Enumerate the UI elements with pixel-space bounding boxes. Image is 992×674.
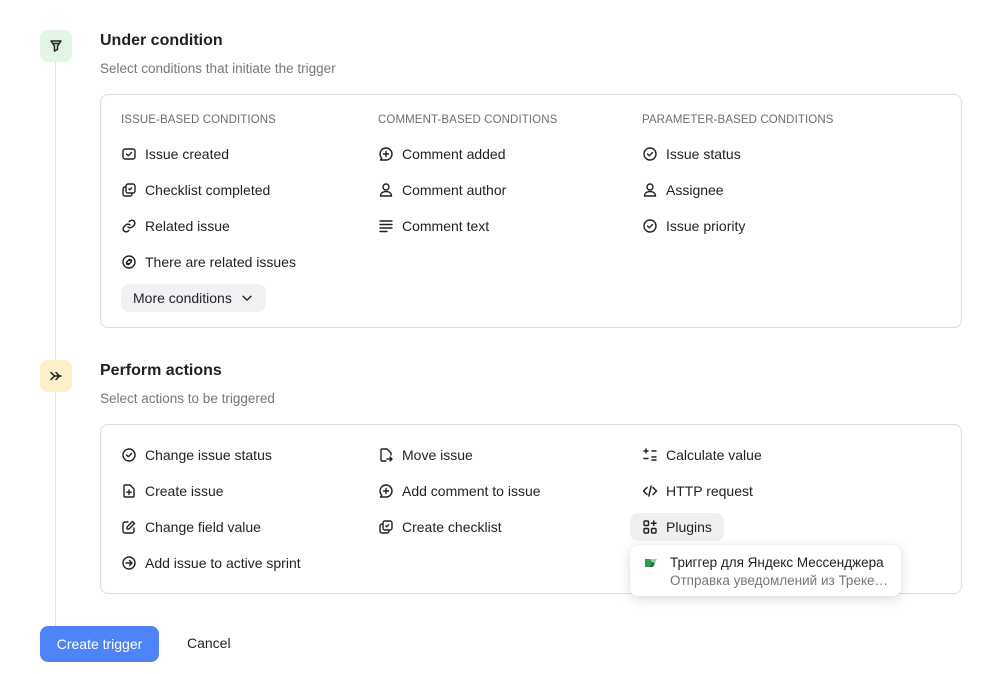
- action-plugins[interactable]: Plugins: [630, 509, 762, 545]
- column-header: COMMENT-BASED CONDITIONS: [378, 114, 558, 126]
- actions-column-2: Move issue Add comment to issue Create c…: [378, 437, 541, 545]
- plugin-description: Отправка уведомлений из Трекера в Яндекс…: [670, 573, 895, 588]
- item-label: Assignee: [666, 182, 724, 198]
- cancel-button[interactable]: Cancel: [187, 635, 231, 651]
- item-label: Add issue to active sprint: [145, 555, 301, 571]
- item-label: Plugins: [666, 519, 712, 535]
- item-label: Create checklist: [402, 519, 502, 535]
- column-header: PARAMETER-BASED CONDITIONS: [642, 114, 834, 126]
- actions-title: Perform actions: [100, 362, 222, 379]
- more-conditions-label: More conditions: [133, 290, 232, 306]
- comment-plus-icon: [378, 483, 394, 499]
- action-create-checklist[interactable]: Create checklist: [378, 509, 541, 545]
- issue-conditions-column: ISSUE-BASED CONDITIONS Issue created Che…: [121, 112, 296, 280]
- action-create-issue[interactable]: Create issue: [121, 473, 301, 509]
- timeline-line: [55, 60, 56, 630]
- filter-icon: [40, 30, 72, 62]
- check-circle-icon: [121, 447, 137, 463]
- conditions-subtitle: Select conditions that initiate the trig…: [100, 61, 336, 76]
- action-http-request[interactable]: HTTP request: [642, 473, 762, 509]
- related-issues-icon: [121, 254, 137, 270]
- condition-assignee[interactable]: Assignee: [642, 172, 834, 208]
- file-plus-icon: [121, 483, 137, 499]
- item-label: HTTP request: [666, 483, 753, 499]
- edit-icon: [121, 519, 137, 535]
- link-icon: [121, 218, 137, 234]
- item-label: Create issue: [145, 483, 224, 499]
- chevron-down-icon: [242, 295, 252, 301]
- more-conditions-button[interactable]: More conditions: [121, 284, 266, 312]
- condition-comment-added[interactable]: Comment added: [378, 136, 557, 172]
- item-label: Move issue: [402, 447, 473, 463]
- item-label: Add comment to issue: [402, 483, 541, 499]
- check-circle-icon: [642, 218, 658, 234]
- condition-comment-text[interactable]: Comment text: [378, 208, 557, 244]
- action-change-field-value[interactable]: Change field value: [121, 509, 301, 545]
- condition-there-are-related-issues[interactable]: There are related issues: [121, 244, 296, 280]
- item-label: Change field value: [145, 519, 261, 535]
- condition-issue-status[interactable]: Issue status: [642, 136, 834, 172]
- item-label: There are related issues: [145, 254, 296, 270]
- move-file-icon: [378, 447, 394, 463]
- issue-created-icon: [121, 146, 137, 162]
- action-change-issue-status[interactable]: Change issue status: [121, 437, 301, 473]
- item-label: Issue status: [666, 146, 741, 162]
- action-calculate-value[interactable]: Calculate value: [642, 437, 762, 473]
- item-label: Checklist completed: [145, 182, 271, 198]
- actions-column-3: Calculate value HTTP request Plugins: [630, 437, 762, 545]
- person-icon: [642, 182, 658, 198]
- plugin-title: Триггер для Яндекс Мессенджера: [670, 555, 884, 570]
- person-icon: [378, 182, 394, 198]
- conditions-card: ISSUE-BASED CONDITIONS Issue created Che…: [100, 94, 962, 328]
- item-label: Comment author: [402, 182, 507, 198]
- column-header: ISSUE-BASED CONDITIONS: [121, 114, 276, 126]
- plugins-icon: [642, 519, 658, 535]
- parameter-conditions-column: PARAMETER-BASED CONDITIONS Issue status …: [642, 112, 834, 244]
- checklist-icon: [121, 182, 137, 198]
- item-label: Change issue status: [145, 447, 272, 463]
- item-label: Related issue: [145, 218, 230, 234]
- condition-issue-created[interactable]: Issue created: [121, 136, 296, 172]
- conditions-title: Under condition: [100, 32, 223, 49]
- double-chevron-right-icon: [40, 360, 72, 392]
- plugins-highlight[interactable]: Plugins: [630, 513, 724, 541]
- action-move-issue[interactable]: Move issue: [378, 437, 541, 473]
- condition-comment-author[interactable]: Comment author: [378, 172, 557, 208]
- action-add-issue-to-active-sprint[interactable]: Add issue to active sprint: [121, 545, 301, 581]
- comment-conditions-column: COMMENT-BASED CONDITIONS Comment added C…: [378, 112, 557, 244]
- item-label: Comment added: [402, 146, 506, 162]
- condition-issue-priority[interactable]: Issue priority: [642, 208, 834, 244]
- item-label: Issue priority: [666, 218, 746, 234]
- text-lines-icon: [378, 218, 394, 234]
- item-label: Comment text: [402, 218, 490, 234]
- action-add-comment-to-issue[interactable]: Add comment to issue: [378, 473, 541, 509]
- condition-related-issue[interactable]: Related issue: [121, 208, 296, 244]
- item-label: Issue created: [145, 146, 230, 162]
- code-icon: [642, 483, 658, 499]
- actions-subtitle: Select actions to be triggered: [100, 391, 275, 406]
- checklist-icon: [378, 519, 394, 535]
- create-trigger-button[interactable]: Create trigger: [40, 626, 159, 662]
- actions-column-1: Change issue status Create issue Change …: [121, 437, 301, 581]
- comment-plus-icon: [378, 146, 394, 162]
- arrow-circle-icon: [121, 555, 137, 571]
- item-label: Calculate value: [666, 447, 762, 463]
- condition-checklist-completed[interactable]: Checklist completed: [121, 172, 296, 208]
- plugin-popup[interactable]: Триггер для Яндекс Мессенджера Отправка …: [630, 545, 901, 596]
- calculator-icon: [642, 447, 658, 463]
- check-circle-icon: [642, 146, 658, 162]
- messenger-logo-icon: [645, 559, 657, 567]
